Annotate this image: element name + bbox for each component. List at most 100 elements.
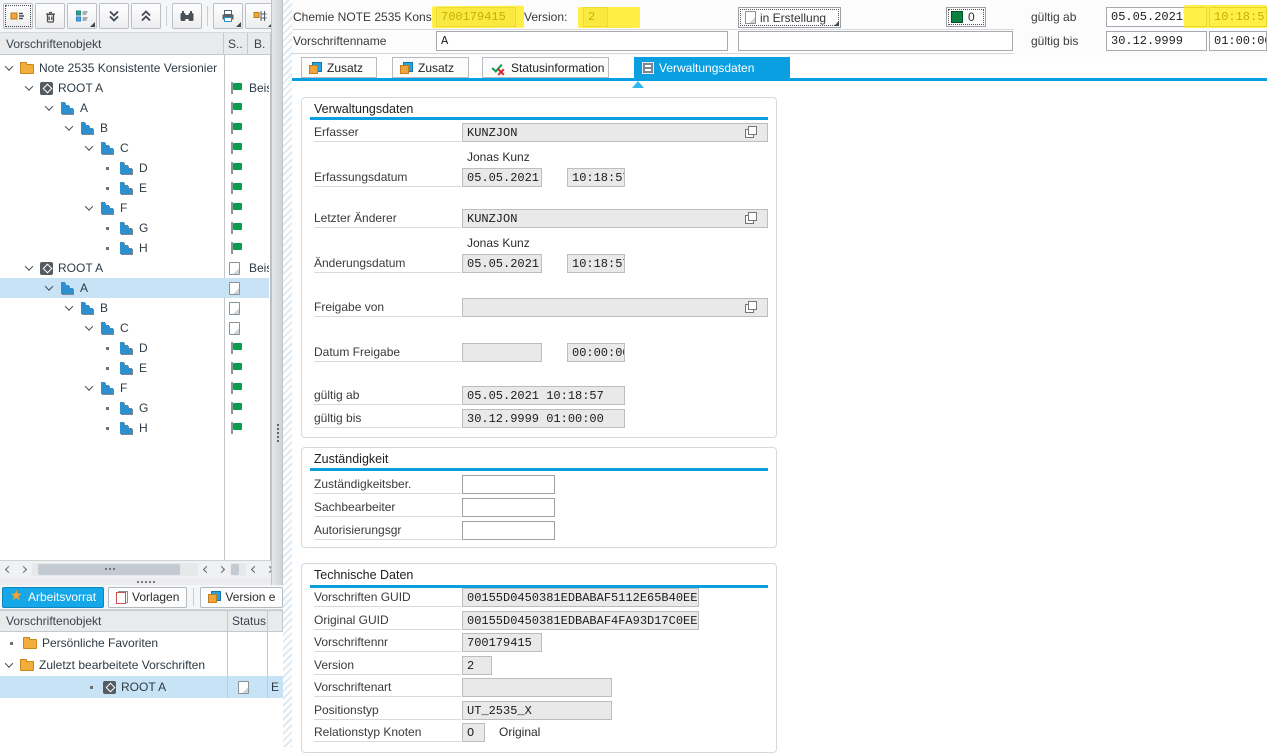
sachbearbeiter-input[interactable] <box>462 498 555 517</box>
collapse-all-button[interactable] <box>99 3 129 29</box>
active-tab-underline <box>292 78 1267 81</box>
vorschriften-guid-label: Vorschriften GUID <box>314 588 461 607</box>
autorisierungsgr-input[interactable] <box>462 521 555 540</box>
find-button[interactable] <box>172 3 202 29</box>
scroll-right-icon[interactable] <box>215 563 228 576</box>
tree-item[interactable]: F <box>0 198 269 218</box>
tree-item[interactable]: A <box>0 98 269 118</box>
flag-icon <box>229 201 244 215</box>
chevron-down-icon[interactable] <box>85 142 93 150</box>
freigabe-von-field <box>462 298 768 317</box>
column-header-status: Status <box>228 611 268 631</box>
scroll-left-icon[interactable] <box>200 563 213 576</box>
chevron-down-icon[interactable] <box>25 262 33 270</box>
tree-item[interactable]: F <box>0 378 269 398</box>
zustaendigkeitsber-label: Zuständigkeitsber. <box>314 475 461 494</box>
multi-value-icon[interactable] <box>744 211 758 225</box>
sachbearbeiter-label: Sachbearbeiter <box>314 498 461 517</box>
chevron-down-icon[interactable] <box>45 102 53 110</box>
focus-select-button[interactable] <box>3 3 33 29</box>
tree-item[interactable]: C <box>0 318 269 338</box>
folder-icon <box>23 639 37 649</box>
splitter-grip[interactable] <box>277 424 279 426</box>
gueltig-ab-label: gültig ab <box>314 386 461 405</box>
tree-item[interactable]: Note 2535 Konsistente Versionier <box>0 58 269 78</box>
tree-item-selected[interactable]: A <box>0 278 269 298</box>
vertical-splitter[interactable] <box>271 0 283 585</box>
object-number-field[interactable]: 700179415 <box>436 7 516 27</box>
chevron-down-icon[interactable] <box>85 322 93 330</box>
tree-item[interactable]: ROOT A Beisp <box>0 78 269 98</box>
tab-zusatz-1[interactable]: Zusatz <box>301 57 377 78</box>
chevron-down-icon[interactable] <box>5 659 13 667</box>
node-icon <box>80 122 95 135</box>
dock-tab-separator <box>193 588 194 606</box>
valid-to-time-field[interactable]: 01:00:00 <box>1209 31 1267 51</box>
chevron-down-icon[interactable] <box>5 62 13 70</box>
node-icon <box>100 202 115 215</box>
name-input-2[interactable] <box>738 31 1013 51</box>
tree-item[interactable]: B <box>0 298 269 318</box>
chevron-down-icon[interactable] <box>45 282 53 290</box>
scroll-left-icon[interactable] <box>248 563 261 576</box>
scroll-right-icon[interactable] <box>17 563 30 576</box>
multi-value-icon[interactable] <box>744 125 758 139</box>
tab-zusatz-2[interactable]: Zusatz <box>392 57 469 78</box>
tree-item[interactable]: E <box>0 178 269 198</box>
delete-button[interactable] <box>35 3 65 29</box>
tree-item[interactable]: B <box>0 118 269 138</box>
tree-item[interactable]: Zuletzt bearbeitete Vorschriften <box>0 654 283 676</box>
multi-value-icon[interactable] <box>744 300 758 314</box>
horizontal-splitter[interactable] <box>0 578 283 585</box>
tree-item[interactable]: E <box>0 358 269 378</box>
scrollbar-track[interactable] <box>32 563 198 576</box>
display-list-button[interactable] <box>67 3 97 29</box>
document-icon <box>238 681 249 694</box>
tree-item[interactable]: ROOT A Beisp <box>0 258 269 278</box>
tree-item[interactable]: H <box>0 418 269 438</box>
tree-item[interactable]: D <box>0 158 269 178</box>
tree-item-selected[interactable]: ROOT A E <box>0 676 283 698</box>
version-field[interactable]: 2 <box>583 7 608 27</box>
chevron-down-icon[interactable] <box>85 202 93 210</box>
tree-item[interactable]: D <box>0 338 269 358</box>
expand-all-button[interactable] <box>131 3 161 29</box>
horizontal-scrollbar[interactable] <box>0 560 283 578</box>
tree-item[interactable]: G <box>0 398 269 418</box>
tree-item[interactable]: Persönliche Favoriten <box>0 632 283 654</box>
print-button[interactable] <box>213 3 243 29</box>
valid-from-date-field[interactable]: 05.05.2021 <box>1106 7 1207 27</box>
tab-verwaltungsdaten[interactable]: Verwaltungsdaten <box>634 57 790 78</box>
valid-to-date-field[interactable]: 30.12.9999 <box>1106 31 1207 51</box>
status-light-button[interactable]: 0 <box>946 7 986 27</box>
node-icon <box>119 342 134 355</box>
root-node-icon <box>40 82 53 95</box>
tree-item[interactable]: G <box>0 218 269 238</box>
chevron-down-icon[interactable] <box>85 382 93 390</box>
scroll-left-icon[interactable] <box>2 563 15 576</box>
tab-statusinformation[interactable]: Statusinformation <box>482 57 609 78</box>
document-icon <box>229 302 240 315</box>
tree-item[interactable]: H <box>0 238 269 258</box>
chevron-down-icon[interactable] <box>25 82 33 90</box>
printer-icon <box>220 8 236 24</box>
group-zustaendigkeit: Zuständigkeit Zuständigkeitsber. Sachbea… <box>301 447 777 548</box>
datum-freigabe-label: Datum Freigabe <box>314 343 461 362</box>
scrollbar-track[interactable] <box>230 563 246 576</box>
chevron-down-icon[interactable] <box>65 302 73 310</box>
tab-strip: Zusatz Zusatz Statusinformation Verwaltu… <box>292 57 1267 78</box>
leaf-bullet-icon <box>106 427 109 430</box>
dock-tab-vorlagen[interactable]: Vorlagen <box>108 587 187 608</box>
dock-tab-bar: Arbeitsvorrat Vorlagen Version e <box>0 585 283 610</box>
valid-from-time-field[interactable]: 10:18:57 <box>1209 7 1267 27</box>
name-input[interactable] <box>436 31 728 51</box>
dock-edge-texture <box>283 0 292 747</box>
zustaendigkeitsber-input[interactable] <box>462 475 555 494</box>
tree-item[interactable]: C <box>0 138 269 158</box>
dock-tab-arbeitsvorrat[interactable]: Arbeitsvorrat <box>2 587 104 608</box>
dock-tab-version[interactable]: Version e <box>200 587 283 608</box>
gueltig-ab-field: 05.05.2021 10:18:57 <box>462 386 625 405</box>
node-icon <box>119 422 134 435</box>
status-button[interactable]: in Erstellung <box>738 7 841 28</box>
chevron-down-icon[interactable] <box>65 122 73 130</box>
